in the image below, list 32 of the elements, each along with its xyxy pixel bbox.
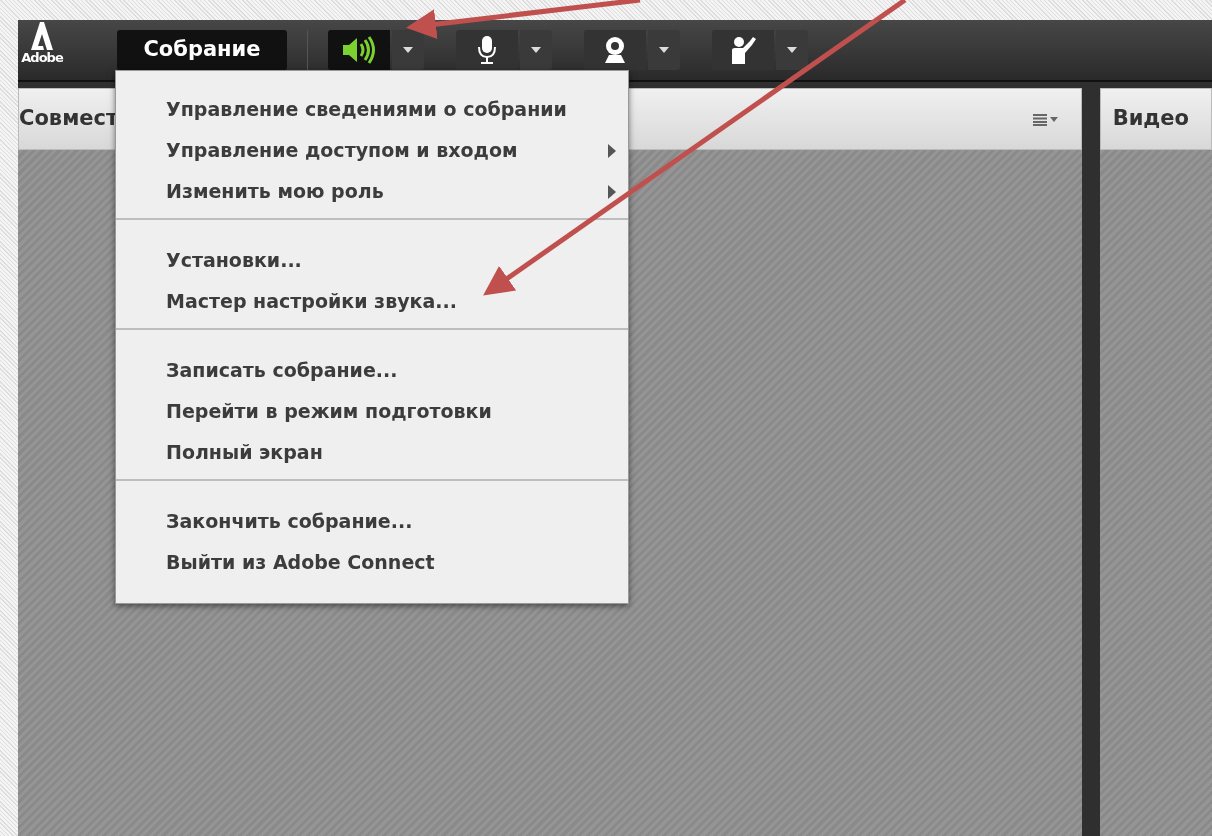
speaker-icon (340, 35, 378, 65)
meeting-menu-button[interactable]: Собрание (117, 30, 287, 70)
pod-title: Совмест (19, 105, 119, 133)
caret-icon (787, 47, 797, 53)
device-button[interactable] (328, 30, 390, 70)
menu-item[interactable]: Выйти из Adobe Connect (116, 542, 628, 583)
pod-title: Видео (1111, 105, 1189, 133)
logo-text: Adobe (21, 51, 63, 64)
menu-item[interactable]: Записать собрание... (116, 350, 628, 391)
device-button[interactable] (712, 30, 774, 70)
caret-icon (403, 47, 413, 53)
menu-item[interactable]: Закончить собрание... (116, 501, 628, 542)
submenu-arrow-icon (608, 143, 616, 158)
dropdown-button[interactable] (392, 30, 424, 70)
dropdown-button[interactable] (520, 30, 552, 70)
list-icon (1032, 113, 1059, 126)
menu-item[interactable]: Изменить мою роль (116, 171, 628, 212)
menu-item[interactable]: Полный экран (116, 432, 628, 473)
submenu-arrow-icon (608, 184, 616, 199)
caret-icon (659, 47, 669, 53)
device-button[interactable] (456, 30, 518, 70)
caret-icon (531, 47, 541, 53)
menu-item[interactable]: Мастер настройки звука... (116, 281, 628, 322)
logo-icon (29, 21, 55, 51)
dropdown-button[interactable] (648, 30, 680, 70)
menu-item[interactable]: Перейти в режим подготовки (116, 391, 628, 432)
dropdown-button[interactable] (776, 30, 808, 70)
menu-item[interactable]: Установки... (116, 240, 628, 281)
menu-item[interactable]: Управление доступом и входом (116, 130, 628, 171)
menu-item[interactable]: Управление сведениями о собрании (116, 89, 628, 130)
microphone-icon (476, 35, 498, 65)
device-button[interactable] (584, 30, 646, 70)
